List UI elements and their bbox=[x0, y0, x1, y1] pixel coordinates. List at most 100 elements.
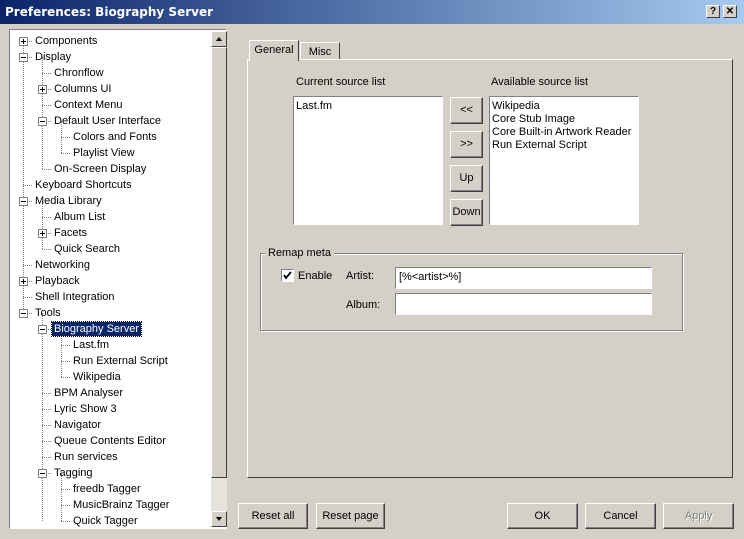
cancel-button[interactable]: Cancel bbox=[585, 503, 656, 529]
tree-item[interactable]: Display bbox=[11, 49, 211, 65]
tree-item-label: Chronflow bbox=[54, 67, 104, 79]
tree-item[interactable]: Tools bbox=[11, 305, 211, 321]
collapse-icon[interactable] bbox=[19, 309, 28, 318]
tree-item[interactable]: Wikipedia bbox=[11, 369, 211, 385]
tree-item-label: Context Menu bbox=[54, 99, 123, 111]
expand-icon[interactable] bbox=[19, 37, 28, 46]
tree-connector bbox=[42, 169, 51, 170]
tree-connector bbox=[42, 441, 51, 442]
list-item[interactable]: Last.fm bbox=[296, 100, 332, 113]
list-item[interactable]: Core Built-in Artwork Reader bbox=[492, 126, 631, 139]
tree-connector bbox=[42, 393, 51, 394]
artist-field[interactable]: [%<artist>%] bbox=[395, 267, 652, 289]
close-button[interactable]: ✕ bbox=[723, 5, 737, 18]
tree-item[interactable]: Columns UI bbox=[11, 81, 211, 97]
scroll-down-button[interactable] bbox=[211, 511, 227, 527]
enable-checkbox[interactable] bbox=[281, 269, 294, 282]
tree-view: Components Display Chronflow Columns UI Cont… bbox=[11, 31, 211, 527]
tree-item-label: Last.fm bbox=[73, 339, 110, 351]
reset-page-button[interactable]: Reset page bbox=[316, 503, 385, 529]
remap-meta-group bbox=[260, 253, 683, 331]
tree-item-label: Media Library bbox=[35, 195, 102, 207]
current-source-list[interactable]: Last.fm bbox=[293, 96, 443, 225]
tree-item-label: On-Screen Display bbox=[54, 163, 147, 175]
tree-item[interactable]: Run External Script bbox=[11, 353, 211, 369]
arrow-up-icon bbox=[216, 37, 222, 41]
album-field[interactable] bbox=[395, 293, 652, 315]
expand-icon[interactable] bbox=[38, 85, 47, 94]
tree-item-label: Playlist View bbox=[73, 147, 135, 159]
help-button[interactable]: ? bbox=[706, 5, 720, 18]
collapse-icon[interactable] bbox=[19, 53, 28, 62]
move-down-button[interactable]: Down bbox=[450, 199, 483, 226]
tree-item[interactable]: Components bbox=[11, 33, 211, 49]
tree-connector bbox=[61, 505, 70, 506]
tab-general[interactable]: General bbox=[249, 40, 299, 61]
tree-item[interactable]: Tagging bbox=[11, 465, 211, 481]
tree-item[interactable]: Quick Tagger bbox=[11, 513, 211, 527]
tree-item[interactable]: Shell Integration bbox=[11, 289, 211, 305]
tree-item[interactable]: Media Library bbox=[11, 193, 211, 209]
move-up-button[interactable]: Up bbox=[450, 165, 483, 192]
tree-connector bbox=[61, 377, 70, 378]
scroll-thumb[interactable] bbox=[211, 47, 227, 478]
collapse-icon[interactable] bbox=[38, 325, 47, 334]
tree-connector bbox=[23, 265, 32, 266]
scroll-up-button[interactable] bbox=[211, 31, 227, 47]
tree-item[interactable]: Chronflow bbox=[11, 65, 211, 81]
tree-item[interactable]: Context Menu bbox=[11, 97, 211, 113]
tree-item-label: Biography Server bbox=[51, 321, 142, 337]
preferences-tree[interactable]: Components Display Chronflow Columns UI Cont… bbox=[9, 29, 227, 529]
list-item[interactable]: Wikipedia bbox=[492, 100, 540, 113]
remove-source-button[interactable]: >> bbox=[450, 131, 483, 158]
tree-connector bbox=[61, 361, 70, 362]
tree-item[interactable]: On-Screen Display bbox=[11, 161, 211, 177]
tree-scrollbar[interactable] bbox=[211, 31, 227, 527]
tree-item[interactable]: Navigator bbox=[11, 417, 211, 433]
tree-connector bbox=[42, 425, 51, 426]
expand-icon[interactable] bbox=[19, 277, 28, 286]
tree-item[interactable]: Lyric Show 3 bbox=[11, 401, 211, 417]
collapse-icon[interactable] bbox=[19, 197, 28, 206]
reset-all-button[interactable]: Reset all bbox=[238, 503, 308, 529]
collapse-icon[interactable] bbox=[38, 117, 47, 126]
tree-item-label: Tagging bbox=[54, 467, 93, 479]
collapse-icon[interactable] bbox=[38, 469, 47, 478]
tree-item-label: freedb Tagger bbox=[73, 483, 141, 495]
tree-item-label: Run services bbox=[54, 451, 118, 463]
tree-item-label: Facets bbox=[54, 227, 88, 239]
tree-item[interactable]: freedb Tagger bbox=[11, 481, 211, 497]
tree-item[interactable]: Biography Server bbox=[11, 321, 211, 337]
title-bar: Preferences: Biography Server ? ✕ bbox=[0, 0, 744, 24]
window-title: Preferences: Biography Server bbox=[5, 5, 214, 19]
tree-item[interactable]: Networking bbox=[11, 257, 211, 273]
tree-connector bbox=[61, 345, 70, 346]
list-item[interactable]: Core Stub Image bbox=[492, 113, 575, 126]
tree-item[interactable]: Default User Interface bbox=[11, 113, 211, 129]
checkmark-icon bbox=[283, 271, 292, 280]
apply-button[interactable]: Apply bbox=[663, 503, 734, 529]
tree-item[interactable]: Colors and Fonts bbox=[11, 129, 211, 145]
tab-misc[interactable]: Misc bbox=[300, 42, 340, 60]
tree-connector bbox=[42, 409, 51, 410]
tree-item[interactable]: Playlist View bbox=[11, 145, 211, 161]
tree-item-label: Tools bbox=[35, 307, 61, 319]
tree-item-label: Playback bbox=[35, 275, 80, 287]
tree-item[interactable]: BPM Analyser bbox=[11, 385, 211, 401]
current-source-label: Current source list bbox=[296, 76, 386, 88]
tree-item[interactable]: Queue Contents Editor bbox=[11, 433, 211, 449]
available-source-list[interactable]: Wikipedia Core Stub Image Core Built-in … bbox=[489, 96, 639, 225]
tree-item[interactable]: MusicBrainz Tagger bbox=[11, 497, 211, 513]
ok-button[interactable]: OK bbox=[507, 503, 578, 529]
expand-icon[interactable] bbox=[38, 229, 47, 238]
add-source-button[interactable]: << bbox=[450, 97, 483, 124]
list-item[interactable]: Run External Script bbox=[492, 139, 587, 152]
tree-item[interactable]: Last.fm bbox=[11, 337, 211, 353]
tree-item[interactable]: Playback bbox=[11, 273, 211, 289]
tree-item[interactable]: Facets bbox=[11, 225, 211, 241]
tree-item[interactable]: Keyboard Shortcuts bbox=[11, 177, 211, 193]
tree-item[interactable]: Album List bbox=[11, 209, 211, 225]
tree-item[interactable]: Quick Search bbox=[11, 241, 211, 257]
tree-item-label: Album List bbox=[54, 211, 106, 223]
tree-item[interactable]: Run services bbox=[11, 449, 211, 465]
